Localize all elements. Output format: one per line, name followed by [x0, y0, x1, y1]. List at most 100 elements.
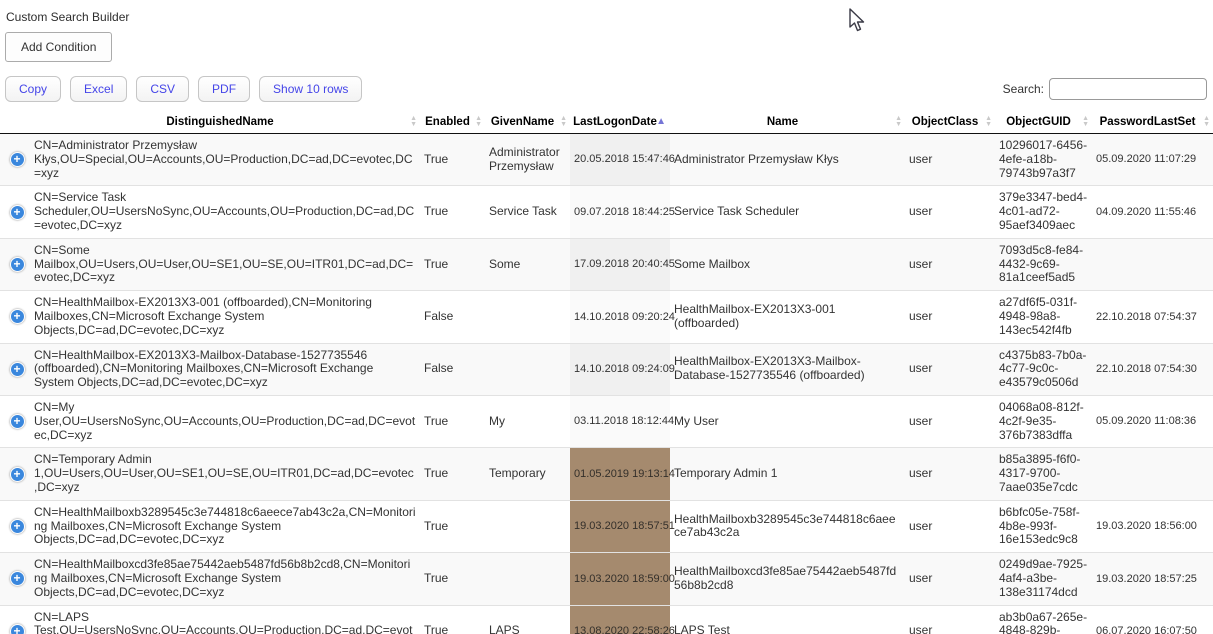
export-buttons-group: Copy Excel CSV PDF Show 10 rows: [5, 76, 362, 102]
column-header-expand: [0, 111, 30, 134]
expand-row-icon[interactable]: +: [10, 152, 25, 167]
expand-row-icon[interactable]: +: [10, 519, 25, 534]
column-header-enabled[interactable]: Enabled▲▼: [420, 111, 485, 134]
expand-row-icon[interactable]: +: [10, 467, 25, 482]
cell-expand: +: [0, 605, 30, 634]
cell-passwordlastset: 05.09.2020 11:07:29: [1092, 134, 1213, 186]
cell-name: LAPS Test: [670, 605, 905, 634]
export-button-show-10-rows[interactable]: Show 10 rows: [259, 76, 362, 102]
cell-passwordlastset: 22.10.2018 07:54:37: [1092, 291, 1213, 343]
cell-givenname: [485, 500, 570, 552]
cell-objectclass: user: [905, 500, 995, 552]
cell-objectguid: a27df6f5-031f-4948-98a8-143ec542f4fb: [995, 291, 1092, 343]
expand-row-icon[interactable]: +: [10, 257, 25, 272]
cell-objectguid: 10296017-6456-4efe-a18b-79743b97a3f7: [995, 134, 1092, 186]
expand-row-icon[interactable]: +: [10, 205, 25, 220]
cell-passwordlastset: 19.03.2020 18:56:00: [1092, 500, 1213, 552]
cell-dn: CN=HealthMailbox-EX2013X3-001 (offboarde…: [30, 291, 420, 343]
column-header-name[interactable]: Name ▲▼: [670, 111, 905, 134]
expand-row-icon[interactable]: +: [10, 414, 25, 429]
cell-givenname: [485, 553, 570, 605]
page-title: Custom Search Builder: [6, 10, 1213, 24]
cell-name: Temporary Admin 1: [670, 448, 905, 500]
table-row: + CN=LAPS Test,OU=UsersNoSync,OU=Accounts…: [0, 605, 1213, 634]
cell-givenname: [485, 291, 570, 343]
cell-expand: +: [0, 291, 30, 343]
column-header-label: Name: [767, 116, 798, 128]
cell-objectclass: user: [905, 553, 995, 605]
expand-row-icon[interactable]: +: [10, 309, 25, 324]
cell-passwordlastset: 04.09.2020 11:55:46: [1092, 186, 1213, 238]
column-header-objectclass[interactable]: ObjectClass▲▼: [905, 111, 995, 134]
cell-lastlogondate: 14.10.2018 09:24:09: [570, 343, 670, 395]
table-row: +CN=HealthMailboxb3289545c3e744818c6aeec…: [0, 500, 1213, 552]
cell-dn: CN=My User,OU=UsersNoSync,OU=Accounts,OU…: [30, 395, 420, 447]
column-header-dn[interactable]: DistinguishedName▲▼: [30, 111, 420, 134]
table-row: +CN=Service Task Scheduler,OU=UsersNoSyn…: [0, 186, 1213, 238]
column-header-givenname[interactable]: GivenName▲▼: [485, 111, 570, 134]
cell-lastlogondate: 19.03.2020 18:59:00: [570, 553, 670, 605]
column-header-passwordlastset[interactable]: PasswordLastSet▲▼: [1092, 111, 1213, 134]
sort-arrows-icon: ▲▼: [475, 116, 482, 128]
table-body: +CN=Administrator Przemysław Kłys,OU=Spe…: [0, 134, 1213, 634]
column-header-label: PasswordLastSet: [1100, 116, 1196, 128]
cell-givenname: LAPS: [485, 605, 570, 634]
table-header-row: DistinguishedName▲▼Enabled▲▼GivenName▲▼L…: [0, 111, 1213, 134]
cell-expand: +: [0, 134, 30, 186]
cell-enabled: True: [420, 186, 485, 238]
cell-expand: +: [0, 500, 30, 552]
cell-enabled: True: [420, 605, 485, 634]
export-button-copy[interactable]: Copy: [5, 76, 61, 102]
cell-dn: CN=LAPS Test,OU=UsersNoSync,OU=Accounts,…: [30, 605, 420, 634]
cell-givenname: Administrator Przemysław: [485, 134, 570, 186]
search-input[interactable]: [1049, 78, 1207, 100]
cell-lastlogondate: 09.07.2018 18:44:25: [570, 186, 670, 238]
table-row: +CN=Administrator Przemysław Kłys,OU=Spe…: [0, 134, 1213, 186]
export-button-pdf[interactable]: PDF: [198, 76, 250, 102]
cell-passwordlastset: 22.10.2018 07:54:30: [1092, 343, 1213, 395]
sort-down-icon: ▼: [985, 122, 992, 128]
cell-objectguid: 0249d9ae-7925-4af4-a3be-138e31174dcd: [995, 553, 1092, 605]
column-header-objectguid[interactable]: ObjectGUID ▲▼: [995, 111, 1092, 134]
cell-name: My User: [670, 395, 905, 447]
cell-lastlogondate: 01.05.2019 19:13:14: [570, 448, 670, 500]
cell-objectclass: user: [905, 605, 995, 634]
cell-givenname: My: [485, 395, 570, 447]
expand-row-icon[interactable]: +: [10, 571, 25, 586]
cell-enabled: True: [420, 395, 485, 447]
export-button-csv[interactable]: CSV: [136, 76, 189, 102]
table-row: + CN=HealthMailbox-EX2013X3-001 (offboard…: [0, 291, 1213, 343]
cell-lastlogondate: 20.05.2018 15:47:46: [570, 134, 670, 186]
column-header-label: ObjectGUID: [1006, 116, 1071, 128]
expand-row-icon[interactable]: +: [10, 362, 25, 377]
sort-ascending-icon: ▲: [656, 117, 666, 127]
cell-dn: CN=Some Mailbox,OU=Users,OU=User,OU=SE1,…: [30, 238, 420, 290]
cell-enabled: True: [420, 238, 485, 290]
cell-givenname: [485, 343, 570, 395]
column-header-label: ObjectClass: [912, 116, 978, 128]
sort-arrows-icon: ▲▼: [1082, 116, 1089, 128]
cell-dn: CN=HealthMailbox-EX2013X3-Mailbox-Databa…: [30, 343, 420, 395]
add-condition-button[interactable]: Add Condition: [5, 32, 112, 62]
cell-objectguid: ab3b0a67-265e-4848-829b-c8113e1862cf: [995, 605, 1092, 634]
table-row: + CN=Some Mailbox,OU=Users,OU=User,OU=SE1…: [0, 238, 1213, 290]
cell-dn: CN=HealthMailboxcd3fe85ae75442aeb5487fd5…: [30, 553, 420, 605]
cell-name: Administrator Przemysław Kłys: [670, 134, 905, 186]
sort-down-icon: ▼: [895, 122, 902, 128]
cell-name: HealthMailboxb3289545c3e744818c6aeece7ab…: [670, 500, 905, 552]
cell-name: HealthMailboxcd3fe85ae75442aeb5487fd56b8…: [670, 553, 905, 605]
sort-arrows-icon: ▲▼: [895, 116, 902, 128]
cell-name: Service Task Scheduler: [670, 186, 905, 238]
cell-lastlogondate: 17.09.2018 20:40:45: [570, 238, 670, 290]
cell-lastlogondate: 13.08.2020 22:58:26: [570, 605, 670, 634]
cell-expand: +: [0, 186, 30, 238]
cell-objectguid: 7093d5c8-fe84-4432-9c69-81a1ceef5ad5: [995, 238, 1092, 290]
table-row: + CN=HealthMailboxcd3fe85ae75442aeb5487fd…: [0, 553, 1213, 605]
cell-objectclass: user: [905, 238, 995, 290]
column-header-lastlogondate[interactable]: LastLogonDate▲: [570, 111, 670, 134]
cell-expand: +: [0, 343, 30, 395]
export-button-excel[interactable]: Excel: [70, 76, 127, 102]
expand-row-icon[interactable]: +: [10, 624, 25, 634]
column-header-label: GivenName: [491, 116, 554, 128]
cell-expand: +: [0, 553, 30, 605]
